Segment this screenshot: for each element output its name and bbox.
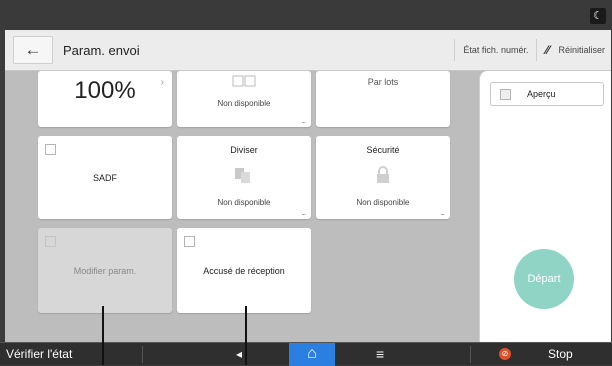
receipt-checkbox [184, 236, 195, 247]
lock-icon [377, 166, 389, 183]
scale-tile[interactable]: 100% › [38, 71, 172, 127]
header-actions: État fich. numér. ⁄⁄ Réinitialiser [448, 36, 607, 64]
stop-icon: ⊘ [499, 348, 511, 360]
receipt-tile[interactable]: Accusé de réception [177, 228, 311, 313]
preview-checkbox [500, 89, 511, 100]
reset-icon: ⁄⁄ [545, 43, 550, 57]
bottom-bar: Vérifier l'état ◂ ⌂ ≡ ⊘ Stop [0, 342, 612, 366]
header-bar: ← Param. envoi État fich. numér. ⁄⁄ Réin… [5, 30, 611, 71]
right-panel: Aperçu Départ [479, 71, 611, 342]
page-title: Param. envoi [63, 43, 140, 58]
preview-label: Aperçu [527, 89, 556, 99]
callout-line [102, 306, 104, 365]
back-arrow-icon[interactable]: ◂ [236, 343, 242, 366]
unavailable-text: Non disponible [356, 198, 410, 207]
batch-tile[interactable]: Par lots [316, 71, 450, 127]
check-status-button[interactable]: Vérifier l'état [6, 343, 72, 366]
option-tile-top[interactable]: Non disponible ... [177, 71, 311, 127]
security-label: Sécurité [366, 145, 400, 155]
divider [142, 346, 143, 363]
menu-icon[interactable]: ≡ [376, 343, 384, 366]
reset-button[interactable]: ⁄⁄ Réinitialiser [543, 36, 607, 64]
back-button[interactable]: ← [13, 36, 53, 64]
batch-label: Par lots [367, 77, 399, 87]
status-bar: ☾ [0, 0, 612, 30]
modify-settings-tile: Modifier param. [38, 228, 172, 313]
split-tile[interactable]: Diviser Non disponible ... [177, 136, 311, 219]
scale-value: 100% [74, 77, 136, 104]
start-button[interactable]: Départ [514, 249, 574, 309]
divider [454, 39, 456, 61]
more-icon: ... [440, 208, 445, 217]
receipt-label: Accusé de réception [203, 266, 285, 276]
file-status-label: État fich. numér. [463, 45, 529, 55]
reset-label: Réinitialiser [558, 45, 605, 55]
modify-checkbox [45, 236, 56, 247]
sadf-checkbox [45, 144, 56, 155]
chevron-right-icon: › [160, 77, 164, 88]
stop-button[interactable]: Stop [548, 343, 573, 366]
unavailable-text: Non disponible [217, 198, 271, 207]
security-tile[interactable]: Sécurité Non disponible ... [316, 136, 450, 219]
more-icon: ... [301, 208, 306, 217]
sadf-label: SADF [92, 173, 117, 183]
night-mode-icon[interactable]: ☾ [590, 8, 606, 24]
split-label: Diviser [230, 145, 258, 155]
layout-icon [232, 75, 256, 87]
split-icon [235, 168, 250, 183]
home-icon[interactable]: ⌂ [289, 343, 335, 366]
divider [536, 39, 538, 61]
preview-button[interactable]: Aperçu [490, 82, 604, 106]
send-settings-screen: ← Param. envoi État fich. numér. ⁄⁄ Réin… [5, 30, 611, 342]
sadf-tile[interactable]: SADF [38, 136, 172, 219]
more-icon: ... [301, 116, 306, 125]
modify-label: Modifier param. [73, 266, 137, 276]
divider [470, 346, 471, 363]
file-status-button[interactable]: État fich. numér. [461, 36, 530, 64]
callout-line [245, 306, 247, 365]
unavailable-text: Non disponible [217, 99, 271, 108]
